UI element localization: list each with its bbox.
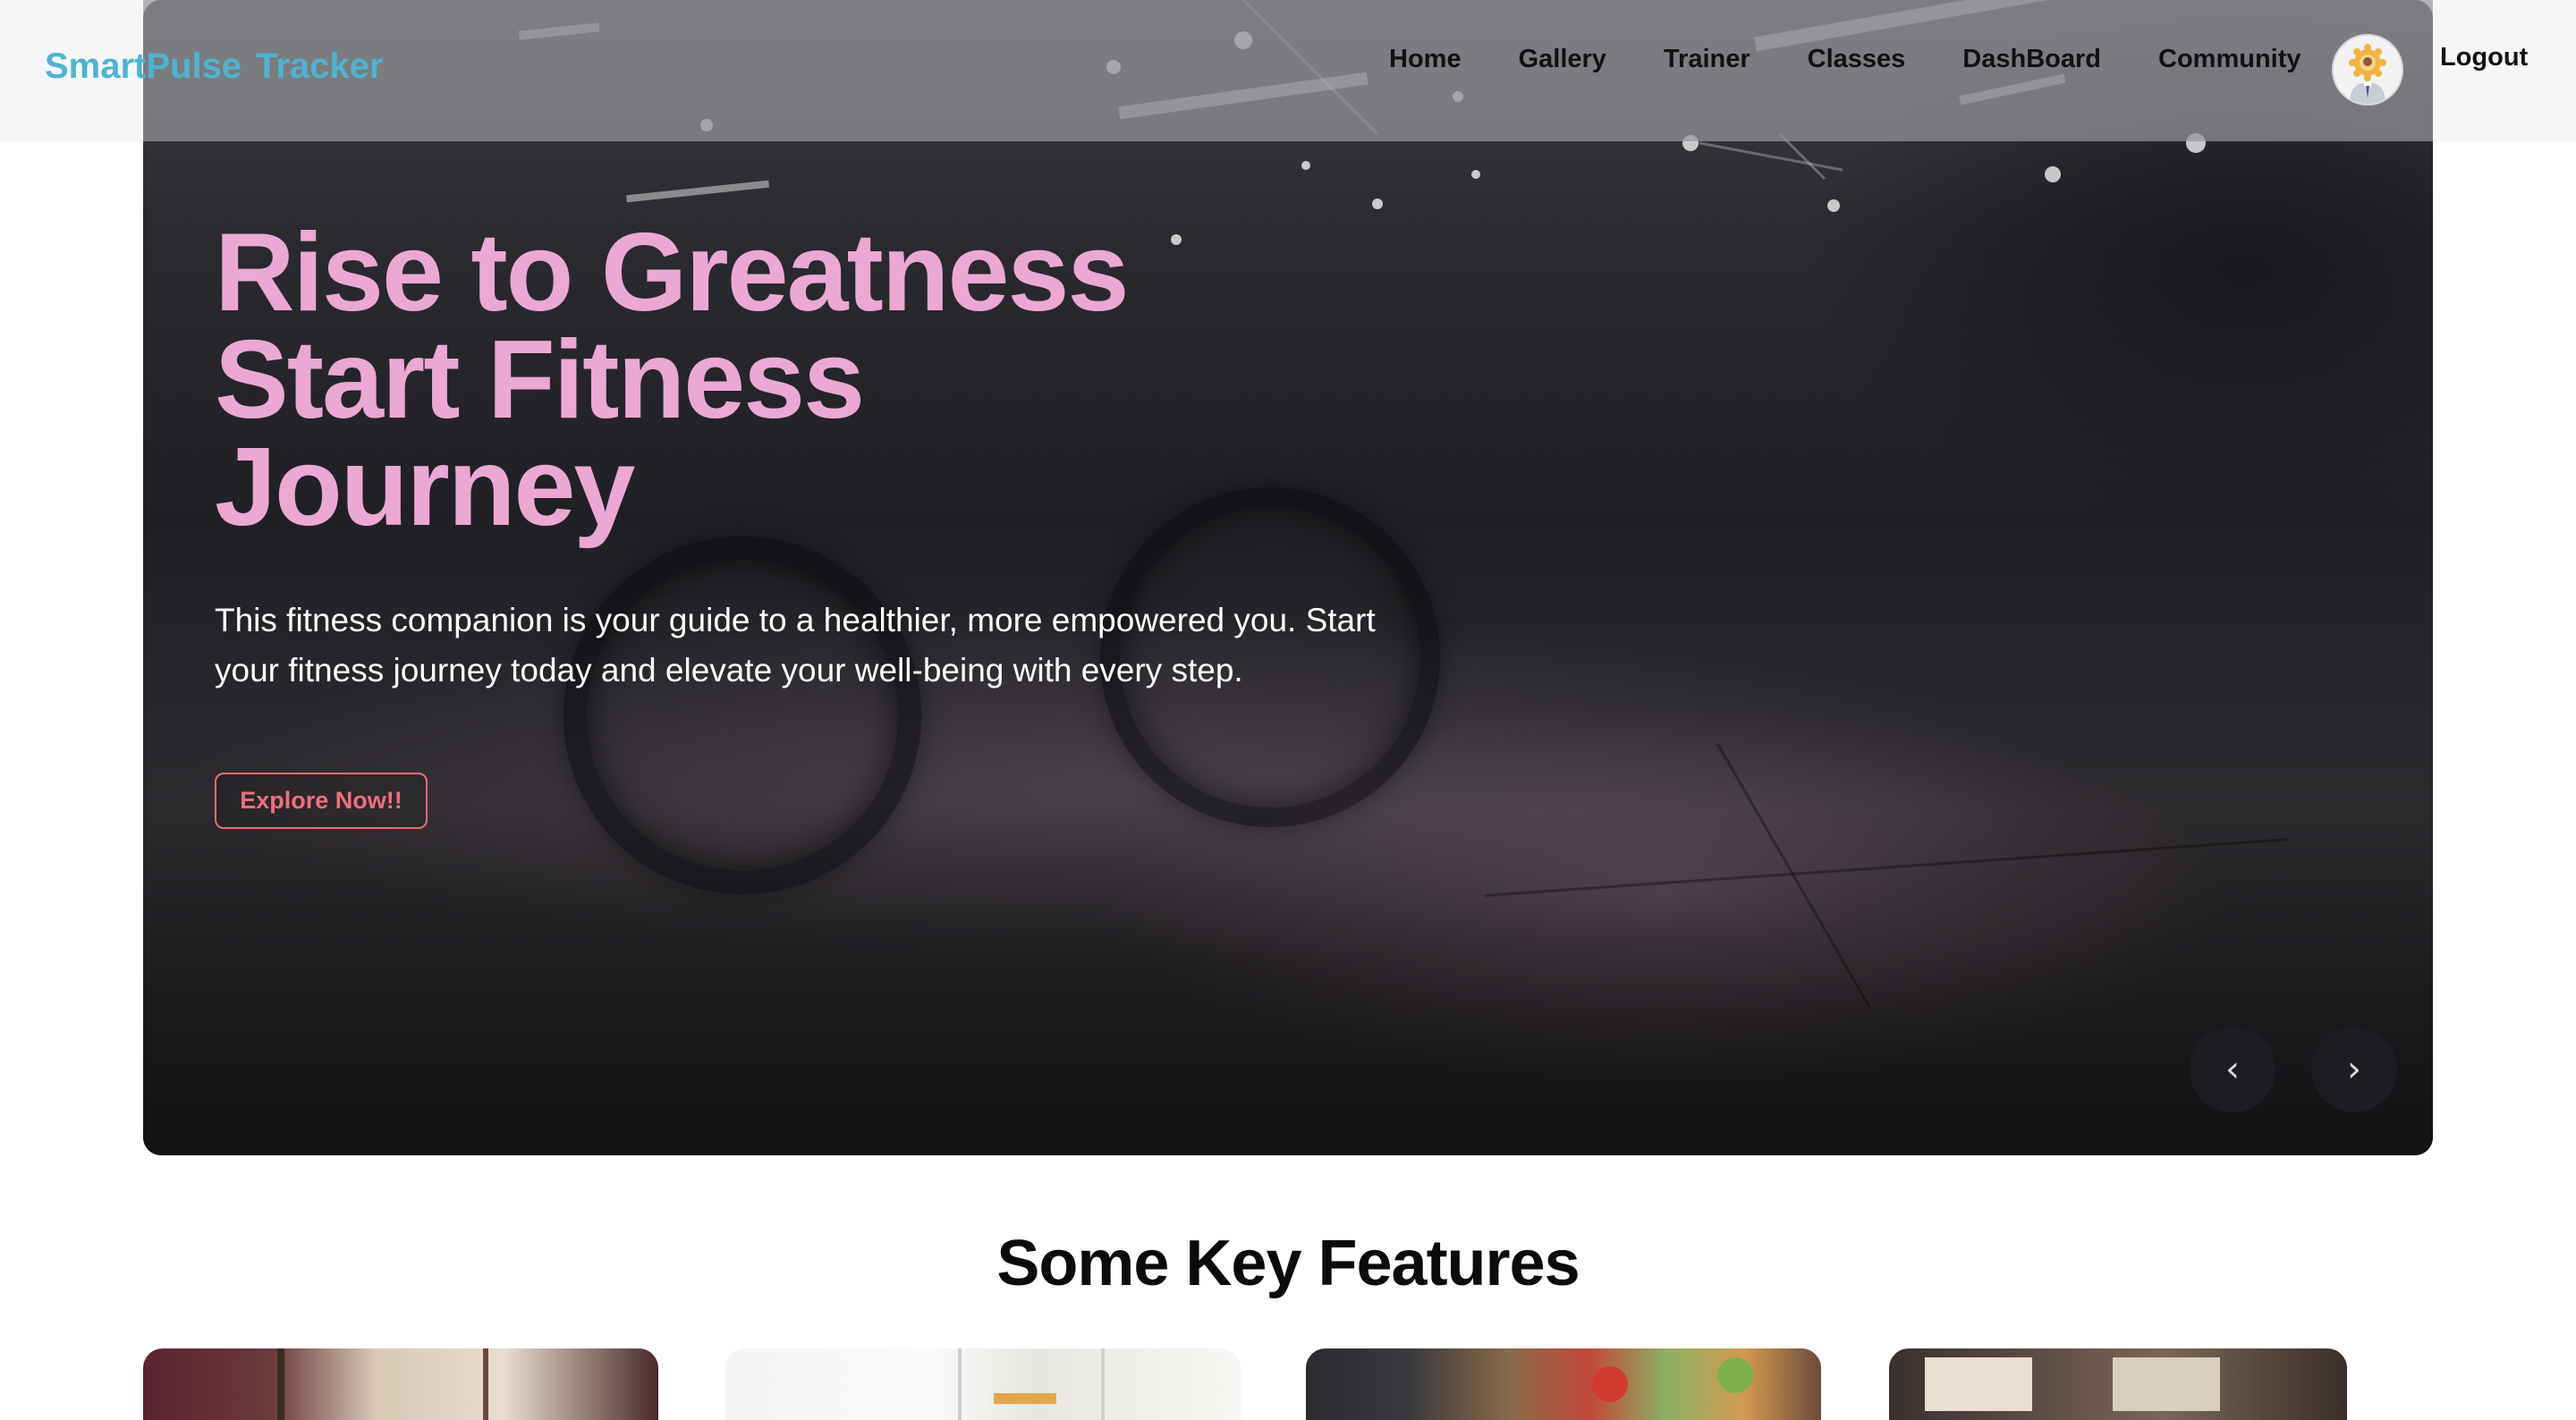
card-image-detail <box>1101 1348 1105 1420</box>
card-image-detail <box>994 1393 1056 1404</box>
logo-word: SmartPulse <box>45 46 242 86</box>
user-avatar-button[interactable] <box>2332 34 2403 106</box>
chevron-right-icon: › <box>2347 1049 2361 1090</box>
card-image-detail <box>483 1348 488 1420</box>
nav-link-home[interactable]: Home <box>1389 45 1462 74</box>
card-image-detail <box>1717 1357 1753 1393</box>
user-avatar-icon <box>2334 36 2402 104</box>
carousel-next-button[interactable]: › <box>2311 1027 2397 1112</box>
feature-card-image[interactable] <box>143 1348 658 1420</box>
hero-shade <box>143 0 2433 1155</box>
nav-link-community[interactable]: Community <box>2158 45 2301 74</box>
nav-link-trainer[interactable]: Trainer <box>1664 45 1750 74</box>
card-image-detail <box>1925 1357 2032 1411</box>
logo-word: Tracker <box>256 46 384 86</box>
feature-card-image[interactable] <box>1306 1348 1821 1420</box>
carousel-prev-button[interactable]: ‹ <box>2190 1027 2275 1112</box>
top-navbar: SmartPulse Tracker Home Gallery Trainer C… <box>0 0 2576 141</box>
features-heading: Some Key Features <box>996 1228 1580 1299</box>
nav-link-dashboard[interactable]: DashBoard <box>1962 45 2101 74</box>
hero-title-line: Start Fitness <box>215 318 865 442</box>
card-image-detail <box>2113 1357 2220 1411</box>
logout-button[interactable]: Logout <box>2440 43 2528 72</box>
feature-card-image[interactable] <box>725 1348 1241 1420</box>
hero-description: This fitness companion is your guide to … <box>215 602 1376 689</box>
card-image-detail <box>277 1348 284 1420</box>
explore-now-button[interactable]: Explore Now!! <box>215 773 428 829</box>
nav-links: Home Gallery Trainer Classes DashBoard C… <box>1389 43 2301 75</box>
brand-logo[interactable]: SmartPulse Tracker <box>45 46 383 87</box>
nav-link-classes[interactable]: Classes <box>1808 45 1906 74</box>
chevron-left-icon: ‹ <box>2225 1049 2240 1090</box>
feature-card-image[interactable] <box>1889 1348 2347 1420</box>
hero-title-line: Rise to Greatness <box>215 211 1129 334</box>
card-image-detail <box>1592 1366 1628 1402</box>
card-image-detail <box>958 1348 962 1420</box>
hero-banner: Rise to Greatness Start Fitness Journey … <box>143 0 2433 1155</box>
hero-title-line: Journey <box>215 426 635 549</box>
hero-title: Rise to Greatness Start Fitness Journey <box>215 211 1377 549</box>
nav-link-gallery[interactable]: Gallery <box>1519 45 1606 74</box>
